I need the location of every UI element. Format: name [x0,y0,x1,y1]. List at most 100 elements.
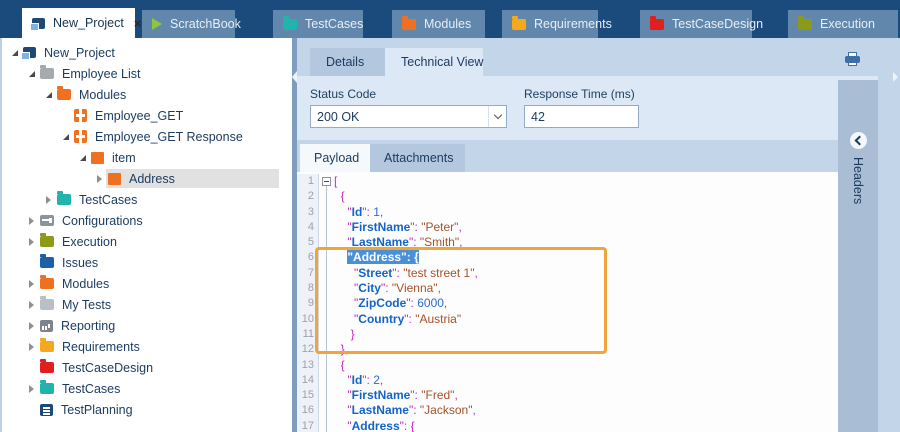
tree-item-body[interactable]: My Tests [38,295,117,314]
code-line-17[interactable]: 17 "Address": { [297,419,838,432]
code-line-16[interactable]: 16 "LastName": "Jackson", [297,403,838,418]
tab-modules[interactable]: Modules [392,10,485,38]
tree-item-body[interactable]: TestCases [55,190,143,209]
tree-item-modules[interactable]: Modules [2,84,292,105]
tab-scratchbook[interactable]: ScratchBook [142,10,235,38]
tree-item-testcases[interactable]: TestCases [2,189,292,210]
tree-item-body[interactable]: Requirements [38,337,146,356]
collapse-circle-icon[interactable] [850,132,867,149]
status-code-select[interactable]: 200 OK [310,105,507,128]
collapsed-arrow-icon[interactable] [25,301,38,309]
collapsed-arrow-icon[interactable] [25,385,38,393]
tab-attachments[interactable]: Attachments [370,144,465,172]
code-line-15[interactable]: 15 "FirstName": "Fred", [297,388,838,403]
tree-item-body[interactable]: Address [106,169,279,188]
code-line-4[interactable]: 4 "FirstName": "Peter", [297,220,838,235]
tree-item-my-tests[interactable]: My Tests [2,294,292,315]
chevron-down-icon[interactable] [488,106,506,127]
code-line-7[interactable]: 7 "Street": "test street 1", [297,266,838,281]
expanded-arrow-icon[interactable] [59,134,72,140]
tree-item-employee-get[interactable]: Employee_GET [2,105,292,126]
tree-item-body[interactable]: Modules [38,274,115,293]
code-line-1[interactable]: 1[ [297,174,838,189]
collapsed-arrow-icon[interactable] [25,217,38,225]
expand-right-icon[interactable] [893,72,898,82]
response-time-input[interactable] [524,105,639,128]
tree-item-body[interactable]: Employee List [38,64,147,83]
tree-item-address[interactable]: Address [2,168,292,189]
collapsed-arrow-icon[interactable] [42,196,55,204]
tree-item-testcases[interactable]: TestCases [2,378,292,399]
print-icon[interactable] [845,56,860,63]
code-line-2[interactable]: 2 { [297,189,838,204]
payload-json-editor[interactable]: 1[2 {3 "Id": 1,4 "FirstName": "Peter",5 … [297,172,838,432]
tree-item-item[interactable]: item [2,147,292,168]
code-line-12[interactable]: 12 }, [297,342,838,357]
tab-requirements[interactable]: Requirements [502,10,598,38]
expanded-arrow-icon[interactable] [8,50,21,56]
tree-item-testcasedesign[interactable]: TestCaseDesign [2,357,292,378]
tree-item-body[interactable]: item [89,148,142,167]
code-line-5[interactable]: 5 "LastName": "Smith", [297,235,838,250]
tab-new-project[interactable]: New_Project× [22,8,135,38]
code-line-9[interactable]: 9 "ZipCode": 6000, [297,296,838,311]
main-panel: Details Technical View Status Code 200 O… [297,38,900,432]
tree-item-label: TestPlanning [61,403,133,417]
tree-item-label: Execution [62,235,117,249]
code-line-6[interactable]: 6 "Address": { [297,250,838,265]
tab-testcasedesign[interactable]: TestCaseDesign [640,10,752,38]
tree-item-body[interactable]: Employee_GET Response [72,127,249,146]
tab-bar: New_Project×ScratchBook TestCases Modules R… [0,0,900,38]
tree-item-execution[interactable]: Execution [2,231,292,252]
tab-label: Execution [820,17,875,31]
tree-item-body[interactable]: Reporting [38,316,121,335]
collapsed-arrow-icon[interactable] [25,322,38,330]
code-line-11[interactable]: 11 } [297,327,838,342]
collapsed-arrow-icon[interactable] [25,343,38,351]
expanded-arrow-icon[interactable] [42,92,55,98]
module-icon [74,109,87,122]
teal-folder-icon [283,19,297,30]
code-line-8[interactable]: 8 "City": "Vienna", [297,281,838,296]
tree-item-body[interactable]: TestPlanning [38,400,139,419]
code-line-10[interactable]: 10 "Country": "Austria" [297,312,838,327]
tree-item-employee-get-response[interactable]: Employee_GET Response [2,126,292,147]
collapsed-arrow-icon[interactable] [93,175,106,183]
code-line-14[interactable]: 14 "Id": 2, [297,373,838,388]
tab-testcases[interactable]: TestCases [273,10,363,38]
code-line-3[interactable]: 3 "Id": 1, [297,205,838,220]
tab-payload[interactable]: Payload [300,144,370,172]
tree-item-body[interactable]: New_Project [21,43,121,62]
tree-item-reporting[interactable]: Reporting [2,315,292,336]
expanded-arrow-icon[interactable] [76,155,89,161]
teal-folder-icon [57,194,71,205]
collapsed-arrow-icon[interactable] [25,238,38,246]
tree-item-configurations[interactable]: Configurations [2,210,292,231]
tree-item-new-project[interactable]: New_Project [2,42,292,63]
olive-folder-icon [798,19,812,30]
tree-item-testplanning[interactable]: TestPlanning [2,399,292,420]
tree-item-body[interactable]: TestCases [38,379,126,398]
close-icon[interactable]: × [134,17,142,30]
tree-item-issues[interactable]: Issues [2,252,292,273]
tree-item-body[interactable]: Configurations [38,211,149,230]
collapsed-arrow-icon[interactable] [25,280,38,288]
orange-square-icon [108,173,121,185]
tab-technical-view[interactable]: Technical View [385,48,483,76]
tree-item-body[interactable]: TestCaseDesign [38,358,159,377]
tree-item-body[interactable]: Employee_GET [72,106,189,125]
expanded-arrow-icon[interactable] [25,71,38,77]
tree-item-body[interactable]: Issues [38,253,104,272]
code-line-13[interactable]: 13 { [297,358,838,373]
tree-item-modules[interactable]: Modules [2,273,292,294]
line-number: 13 [297,358,319,373]
tree-item-employee-list[interactable]: Employee List [2,63,292,84]
headers-rail-tab[interactable]: Headers [851,157,865,204]
tree-item-body[interactable]: Execution [38,232,123,251]
tab-details[interactable]: Details [310,48,385,76]
tab-execution[interactable]: Execution [788,10,898,38]
tree-item-body[interactable]: Modules [55,85,132,104]
tree-item-label: Address [129,172,175,186]
tree-item-requirements[interactable]: Requirements [2,336,292,357]
fold-collapse-icon[interactable] [322,177,331,186]
